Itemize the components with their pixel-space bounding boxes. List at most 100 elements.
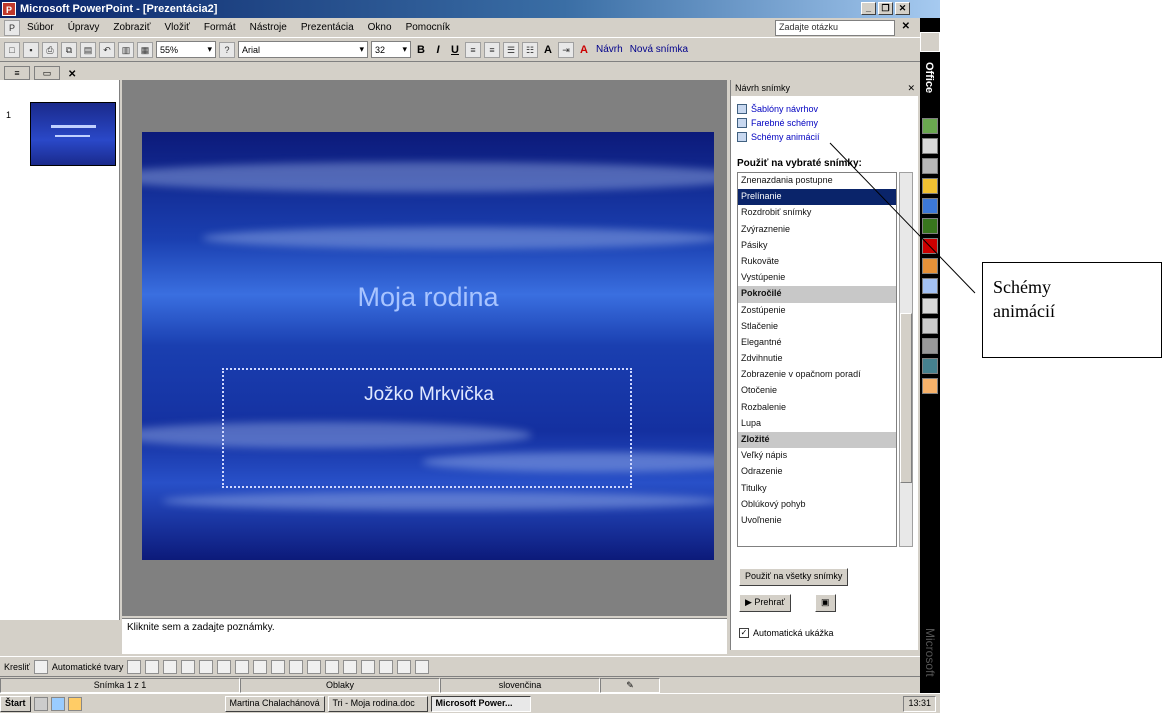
- help-icon[interactable]: ?: [219, 41, 235, 58]
- scheme-list-item[interactable]: Odrazenie: [738, 464, 896, 480]
- select-arrow-icon[interactable]: [33, 659, 48, 674]
- scheme-list-item[interactable]: Zvýraznenie: [738, 222, 896, 238]
- excel-icon[interactable]: [922, 218, 938, 234]
- link-color-schemes[interactable]: Farebné schémy: [737, 118, 818, 128]
- oval-icon[interactable]: [181, 659, 196, 674]
- taskbar-item-active[interactable]: Microsoft Power...: [430, 695, 531, 712]
- menu-help[interactable]: Pomocník: [399, 22, 457, 33]
- dash-style-icon[interactable]: [361, 659, 376, 674]
- slide-title[interactable]: Moja rodina: [142, 282, 714, 313]
- numbering-icon[interactable]: ☰: [503, 41, 519, 58]
- picture-icon[interactable]: [271, 659, 286, 674]
- office-app-icon[interactable]: [922, 178, 938, 194]
- office-app-icon[interactable]: [922, 378, 938, 394]
- notes-pane[interactable]: Kliknite sem a zadajte poznámky.: [122, 618, 727, 654]
- arrow-icon[interactable]: [145, 659, 160, 674]
- subtitle-placeholder[interactable]: Jožko Mrkvička: [222, 368, 632, 488]
- save-icon[interactable]: ▪: [23, 41, 39, 58]
- scheme-list-item[interactable]: Vystúpenie: [738, 270, 896, 286]
- document-close-icon[interactable]: ✕: [902, 21, 910, 32]
- office-app-icon[interactable]: [922, 158, 938, 174]
- taskbar-item[interactable]: Tri - Moja rodina.doc: [327, 695, 428, 712]
- font-size-select[interactable]: 32 ▾: [371, 41, 411, 58]
- office-app-icon[interactable]: [922, 338, 938, 354]
- office-app-icon[interactable]: [922, 258, 938, 274]
- task-pane-close-icon[interactable]: ✕: [907, 83, 915, 94]
- powerpoint-app-icon[interactable]: [922, 238, 938, 254]
- menu-tools[interactable]: Nástroje: [243, 22, 294, 33]
- menu-view[interactable]: Zobraziť: [106, 22, 157, 33]
- scheme-list-item[interactable]: Titulky: [738, 481, 896, 497]
- scheme-list-item[interactable]: Uvoľnenie: [738, 513, 896, 529]
- office-app-icon[interactable]: [922, 138, 938, 154]
- apply-to-all-button[interactable]: Použiť na všetky snímky: [739, 568, 849, 586]
- pane-close-icon[interactable]: ✕: [68, 69, 76, 80]
- office-app-icon[interactable]: [922, 298, 938, 314]
- draw-menu-button[interactable]: Kresliť: [4, 662, 30, 672]
- line-color-icon[interactable]: [307, 659, 322, 674]
- link-design-templates[interactable]: Šablóny návrhov: [737, 104, 818, 114]
- wordart-icon[interactable]: [217, 659, 232, 674]
- quicklaunch-icon[interactable]: [33, 696, 48, 711]
- new-icon[interactable]: □: [4, 41, 20, 58]
- paste-icon[interactable]: ▤: [80, 41, 96, 58]
- start-button[interactable]: Štart: [0, 695, 31, 712]
- close-button[interactable]: ✕: [895, 2, 910, 15]
- word-icon[interactable]: [922, 198, 938, 214]
- copy-icon[interactable]: ⧉: [61, 41, 77, 58]
- new-slide-button[interactable]: Nová snímka: [628, 44, 690, 55]
- scheme-list-item[interactable]: Lupa: [738, 416, 896, 432]
- scheme-list-item[interactable]: Prelínanie: [738, 189, 896, 206]
- slide-canvas[interactable]: Moja rodina Jožko Mrkvička: [142, 132, 714, 560]
- office-app-icon[interactable]: [922, 358, 938, 374]
- font-color-icon[interactable]: A: [577, 44, 591, 56]
- bold-icon[interactable]: B: [414, 44, 428, 56]
- clipart-icon[interactable]: [253, 659, 268, 674]
- restore-button[interactable]: ❐: [878, 2, 893, 15]
- office-bar-menu[interactable]: [920, 32, 940, 52]
- menu-slideshow[interactable]: Prezentácia: [294, 22, 361, 33]
- slide-subtitle[interactable]: Jožko Mrkvička: [224, 384, 634, 406]
- scheme-list-item[interactable]: Stlačenie: [738, 319, 896, 335]
- autoshapes-button[interactable]: Automatické tvary: [52, 662, 124, 672]
- task-pane-title[interactable]: Návrh snímky: [735, 83, 790, 93]
- scheme-list-item[interactable]: Otočenie: [738, 383, 896, 399]
- scheme-list-scrollbar[interactable]: [899, 172, 913, 547]
- tab-slides[interactable]: ▭: [34, 66, 60, 80]
- menu-window[interactable]: Okno: [361, 22, 399, 33]
- line-icon[interactable]: [127, 659, 142, 674]
- scheme-list-item[interactable]: Znenazdania postupne: [738, 173, 896, 189]
- scheme-list-item[interactable]: Rozdrobiť snímky: [738, 205, 896, 221]
- taskbar-item[interactable]: Martina Chalachánová: [224, 695, 325, 712]
- scheme-list-item[interactable]: Veľký nápis: [738, 448, 896, 464]
- font-grow-icon[interactable]: A: [541, 44, 555, 56]
- play-button[interactable]: ▶ Prehrať: [739, 594, 791, 612]
- undo-icon[interactable]: ↶: [99, 41, 115, 58]
- design-button[interactable]: Návrh: [594, 44, 625, 55]
- table-icon[interactable]: ▦: [137, 41, 153, 58]
- quicklaunch-icon[interactable]: [67, 696, 82, 711]
- chart-icon[interactable]: ▥: [118, 41, 134, 58]
- slide-thumbnail[interactable]: [30, 102, 116, 166]
- powerpoint-icon[interactable]: P: [2, 2, 16, 16]
- autopreview-checkbox[interactable]: ✓: [739, 628, 749, 638]
- slideshow-button[interactable]: ▣: [815, 594, 836, 612]
- indent-icon[interactable]: ⇥: [558, 41, 574, 58]
- scheme-list-item[interactable]: Zobrazenie v opačnom poradí: [738, 367, 896, 383]
- document-icon[interactable]: P: [4, 19, 20, 36]
- scheme-list-item[interactable]: Rozbalenie: [738, 400, 896, 416]
- menu-format[interactable]: Formát: [197, 22, 243, 33]
- scrollbar-thumb[interactable]: [900, 313, 912, 483]
- line-style-icon[interactable]: [343, 659, 358, 674]
- autopreview-option[interactable]: ✓ Automatická ukážka: [739, 628, 834, 638]
- arrow-style-icon[interactable]: [379, 659, 394, 674]
- font-color-draw-icon[interactable]: [325, 659, 340, 674]
- zoom-select[interactable]: 55% ▾: [156, 41, 216, 58]
- scheme-list-item[interactable]: Zostúpenie: [738, 303, 896, 319]
- rectangle-icon[interactable]: [163, 659, 178, 674]
- menu-insert[interactable]: Vložiť: [157, 22, 196, 33]
- menu-edit[interactable]: Úpravy: [61, 22, 107, 33]
- menu-file[interactable]: Súbor: [20, 22, 61, 33]
- fill-color-icon[interactable]: [289, 659, 304, 674]
- font-select[interactable]: Arial ▾: [238, 41, 368, 58]
